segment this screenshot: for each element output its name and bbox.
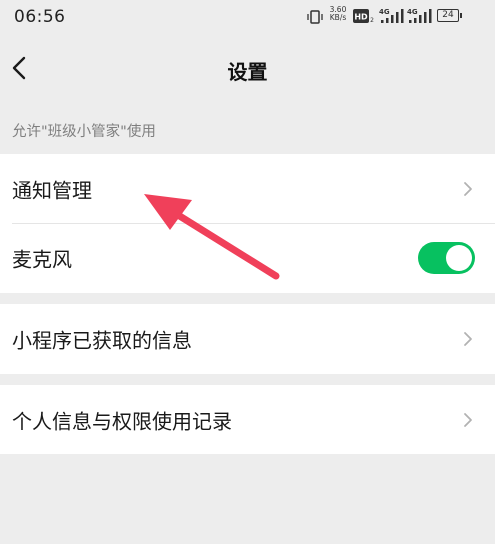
section-caption: 允许"班级小管家"使用 (12, 124, 156, 140)
status-time: 06:56 (14, 7, 66, 27)
toggle-knob (446, 244, 472, 271)
chevron-right-icon (464, 332, 472, 346)
miniprogram-info-group: 小程序已获取的信息 (0, 304, 495, 374)
microphone-label: 麦克风 (12, 247, 72, 271)
network-speed: 3.60 KB/s (327, 6, 349, 22)
battery-icon: 24 (437, 9, 462, 22)
network-speed-unit: KB/s (329, 13, 347, 22)
annotation-arrow-icon (144, 194, 280, 280)
privacy-records-label: 个人信息与权限使用记录 (12, 409, 232, 433)
page-title: 设置 (227, 60, 268, 84)
hd-icon: HD 2 (353, 9, 374, 23)
vibrate-icon (307, 10, 323, 24)
microphone-toggle[interactable] (418, 241, 475, 274)
chevron-right-icon (464, 181, 472, 196)
status-bar: 06:56 3.60 KB/s HD 2 4G 4G 24 (0, 0, 495, 36)
signal2-label: 4G (407, 8, 418, 16)
notification-settings-label: 通知管理 (12, 178, 92, 202)
svg-text:2: 2 (370, 17, 374, 23)
nav-bar: 设置 (0, 36, 495, 104)
miniprogram-info-row[interactable]: 小程序已获取的信息 (0, 304, 495, 374)
privacy-records-group: 个人信息与权限使用记录 (0, 385, 495, 454)
signal-4g-icon-2: 4G (407, 8, 432, 23)
hd-label: HD (354, 13, 368, 22)
miniprogram-info-label: 小程序已获取的信息 (12, 328, 192, 353)
chevron-right-icon (464, 412, 472, 427)
signal-4g-icon: 4G (379, 8, 404, 23)
signal1-label: 4G (379, 8, 390, 16)
privacy-records-row[interactable]: 个人信息与权限使用记录 (0, 385, 495, 454)
